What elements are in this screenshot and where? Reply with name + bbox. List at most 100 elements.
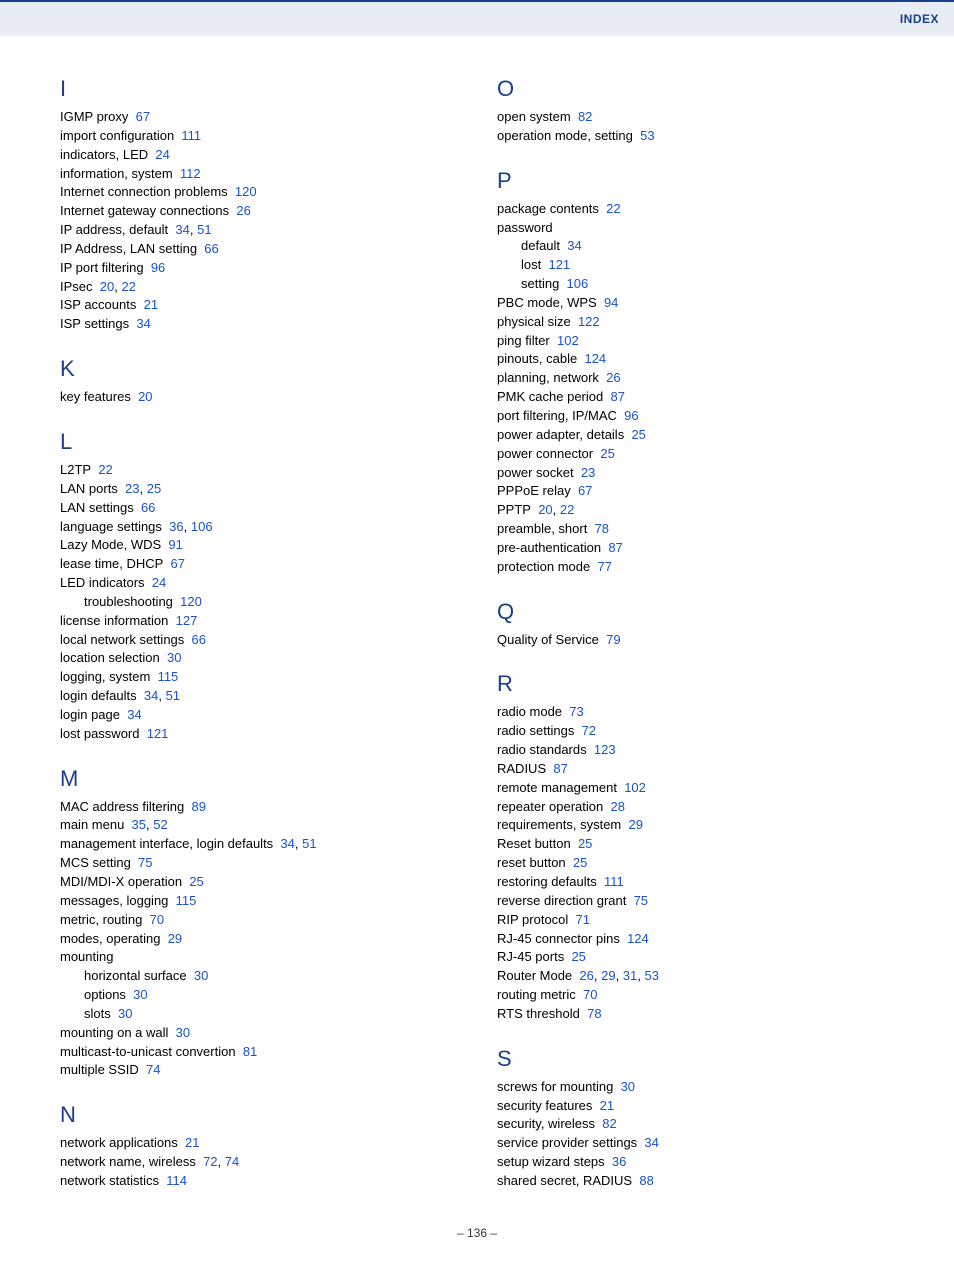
- page-link[interactable]: 96: [151, 260, 165, 275]
- page-link[interactable]: 72: [582, 723, 596, 738]
- page-link[interactable]: 94: [604, 295, 618, 310]
- page-link[interactable]: 24: [152, 575, 166, 590]
- page-link[interactable]: 36: [169, 519, 183, 534]
- page-link[interactable]: 26: [579, 968, 593, 983]
- page-link[interactable]: 21: [600, 1098, 614, 1113]
- page-link[interactable]: 75: [138, 855, 152, 870]
- page-link[interactable]: 34: [136, 316, 150, 331]
- page-link[interactable]: 25: [147, 481, 161, 496]
- page-link[interactable]: 67: [136, 109, 150, 124]
- page-link[interactable]: 87: [610, 389, 624, 404]
- page-link[interactable]: 73: [569, 704, 583, 719]
- page-link[interactable]: 23: [581, 465, 595, 480]
- page-link[interactable]: 79: [606, 632, 620, 647]
- page-link[interactable]: 34: [144, 688, 158, 703]
- page-link[interactable]: 25: [631, 427, 645, 442]
- page-link[interactable]: 66: [204, 241, 218, 256]
- page-link[interactable]: 74: [146, 1062, 160, 1077]
- page-link[interactable]: 106: [191, 519, 213, 534]
- page-link[interactable]: 82: [578, 109, 592, 124]
- page-link[interactable]: 77: [597, 559, 611, 574]
- page-link[interactable]: 52: [153, 817, 167, 832]
- page-link[interactable]: 23: [125, 481, 139, 496]
- page-link[interactable]: 112: [180, 166, 201, 181]
- page-link[interactable]: 26: [236, 203, 250, 218]
- page-link[interactable]: 53: [645, 968, 659, 983]
- page-link[interactable]: 29: [629, 817, 643, 832]
- page-link[interactable]: 106: [567, 276, 589, 291]
- page-link[interactable]: 36: [612, 1154, 626, 1169]
- page-link[interactable]: 67: [171, 556, 185, 571]
- page-link[interactable]: 20: [138, 389, 152, 404]
- page-link[interactable]: 29: [601, 968, 615, 983]
- page-link[interactable]: 81: [243, 1044, 257, 1059]
- page-link[interactable]: 66: [192, 632, 206, 647]
- page-link[interactable]: 25: [578, 836, 592, 851]
- page-link[interactable]: 72: [203, 1154, 217, 1169]
- page-link[interactable]: 88: [639, 1173, 653, 1188]
- page-link[interactable]: 34: [175, 222, 189, 237]
- page-link[interactable]: 24: [155, 147, 169, 162]
- page-link[interactable]: 70: [150, 912, 164, 927]
- page-link[interactable]: 111: [604, 874, 624, 889]
- page-link[interactable]: 31: [623, 968, 637, 983]
- page-link[interactable]: 71: [576, 912, 590, 927]
- page-link[interactable]: 25: [571, 949, 585, 964]
- page-link[interactable]: 29: [168, 931, 182, 946]
- page-link[interactable]: 30: [621, 1079, 635, 1094]
- page-link[interactable]: 30: [167, 650, 181, 665]
- page-link[interactable]: 89: [192, 799, 206, 814]
- page-link[interactable]: 96: [624, 408, 638, 423]
- page-link[interactable]: 30: [133, 987, 147, 1002]
- page-link[interactable]: 120: [235, 184, 257, 199]
- page-link[interactable]: 34: [127, 707, 141, 722]
- page-link[interactable]: 115: [176, 893, 197, 908]
- page-link[interactable]: 30: [194, 968, 208, 983]
- page-link[interactable]: 75: [634, 893, 648, 908]
- page-link[interactable]: 25: [189, 874, 203, 889]
- page-link[interactable]: 22: [560, 502, 574, 517]
- page-link[interactable]: 28: [610, 799, 624, 814]
- page-link[interactable]: 34: [280, 836, 294, 851]
- page-link[interactable]: 22: [606, 201, 620, 216]
- page-link[interactable]: 22: [121, 279, 135, 294]
- page-link[interactable]: 91: [168, 537, 182, 552]
- page-link[interactable]: 21: [185, 1135, 199, 1150]
- page-link[interactable]: 25: [600, 446, 614, 461]
- page-link[interactable]: 70: [583, 987, 597, 1002]
- page-link[interactable]: 25: [573, 855, 587, 870]
- page-link[interactable]: 34: [644, 1135, 658, 1150]
- page-link[interactable]: 26: [606, 370, 620, 385]
- page-link[interactable]: 121: [147, 726, 169, 741]
- page-link[interactable]: 74: [225, 1154, 239, 1169]
- page-link[interactable]: 102: [624, 780, 646, 795]
- page-link[interactable]: 22: [98, 462, 112, 477]
- page-link[interactable]: 20: [100, 279, 114, 294]
- page-link[interactable]: 122: [578, 314, 600, 329]
- page-link[interactable]: 115: [158, 669, 179, 684]
- page-link[interactable]: 51: [302, 836, 316, 851]
- page-link[interactable]: 111: [181, 128, 201, 143]
- page-link[interactable]: 34: [567, 238, 581, 253]
- page-link[interactable]: 87: [608, 540, 622, 555]
- page-link[interactable]: 30: [118, 1006, 132, 1021]
- page-link[interactable]: 53: [640, 128, 654, 143]
- page-link[interactable]: 51: [197, 222, 211, 237]
- page-link[interactable]: 124: [627, 931, 649, 946]
- page-link[interactable]: 20: [538, 502, 552, 517]
- page-link[interactable]: 35: [132, 817, 146, 832]
- page-link[interactable]: 123: [594, 742, 616, 757]
- page-link[interactable]: 114: [166, 1173, 187, 1188]
- page-link[interactable]: 21: [144, 297, 158, 312]
- page-link[interactable]: 67: [578, 483, 592, 498]
- page-link[interactable]: 82: [602, 1116, 616, 1131]
- page-link[interactable]: 51: [166, 688, 180, 703]
- page-link[interactable]: 87: [553, 761, 567, 776]
- page-link[interactable]: 120: [180, 594, 202, 609]
- page-link[interactable]: 102: [557, 333, 579, 348]
- page-link[interactable]: 127: [176, 613, 198, 628]
- page-link[interactable]: 124: [584, 351, 606, 366]
- page-link[interactable]: 78: [595, 521, 609, 536]
- page-link[interactable]: 121: [548, 257, 570, 272]
- page-link[interactable]: 30: [176, 1025, 190, 1040]
